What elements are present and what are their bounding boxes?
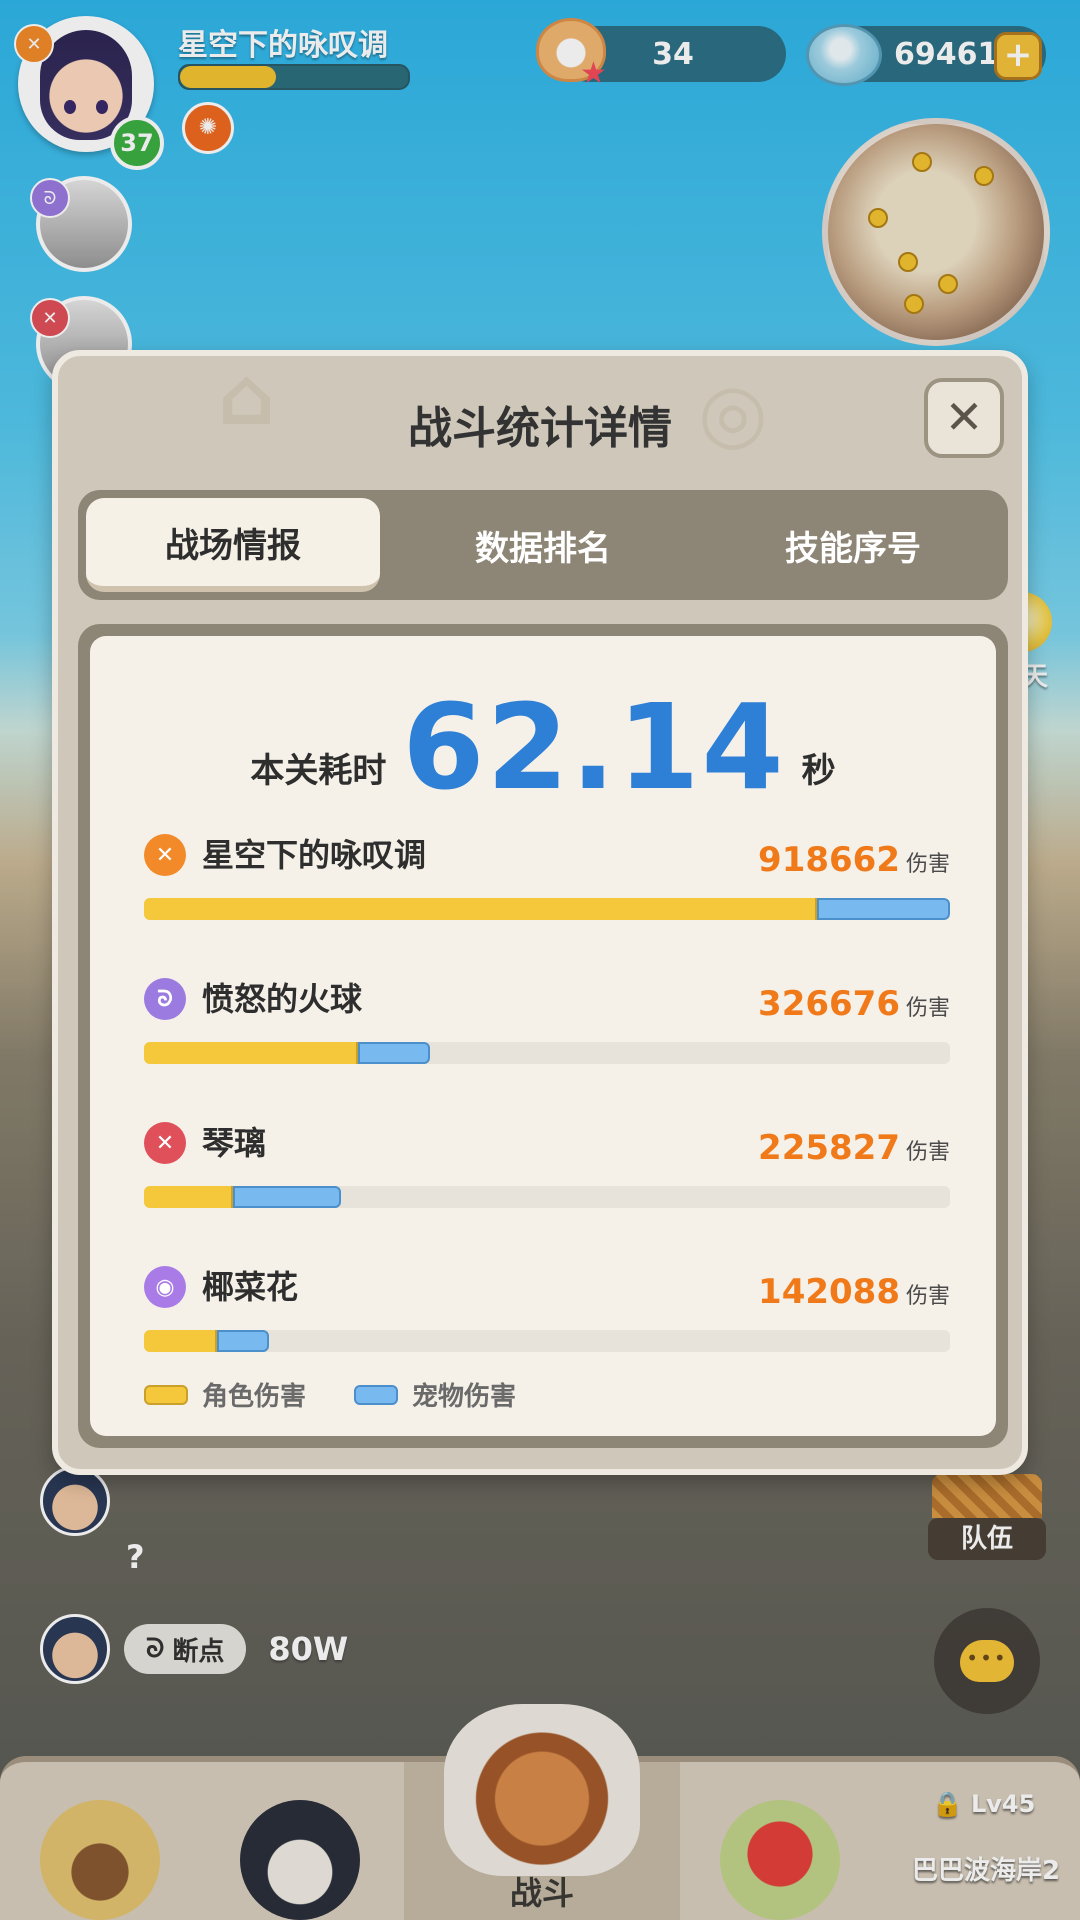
legend-pet-swatch <box>354 1384 399 1405</box>
legend-role: 角色伤害 <box>144 1376 306 1413</box>
wing-class-icon: ✕ <box>144 834 186 876</box>
close-icon: ✕ <box>944 390 984 444</box>
orb-class-icon: ◉ <box>144 1266 186 1308</box>
pet-damage-segment <box>817 898 950 920</box>
damage-bar <box>144 1186 950 1208</box>
claw-class-icon: ✕ <box>144 1122 186 1164</box>
role-damage-segment <box>144 1042 358 1064</box>
damage-unit: 伤害 <box>905 1284 950 1309</box>
stage-time-value: 62.14 <box>402 678 786 816</box>
damage-value-group: 326676 伤害 <box>758 984 950 1024</box>
stats-content: 本关耗时 62.14 秒 ✕ 星空下的咏叹调 918662 伤害 ᘐ 愤怒的火球 <box>90 636 996 1436</box>
damage-row-name: 椰菜花 <box>202 1268 299 1306</box>
damage-row: ✕ 琴璃 225827 伤害 <box>144 1122 950 1222</box>
stage-time-unit: 秒 <box>801 751 836 791</box>
legend-pet: 宠物伤害 <box>354 1376 516 1413</box>
damage-row: ◉ 椰菜花 142088 伤害 <box>144 1266 950 1366</box>
damage-row-name: 琴璃 <box>202 1124 267 1162</box>
tab-battlefield-intel[interactable]: 战场情报 <box>86 498 380 592</box>
damage-value: 225827 <box>758 1128 900 1168</box>
damage-bar <box>144 898 950 920</box>
damage-bar <box>144 1042 950 1064</box>
damage-value-group: 225827 伤害 <box>758 1128 950 1168</box>
damage-value: 918662 <box>758 840 900 880</box>
damage-unit: 伤害 <box>905 852 950 877</box>
legend-pet-label: 宠物伤害 <box>412 1382 517 1412</box>
pet-damage-segment <box>232 1186 342 1208</box>
modal-title: 战斗统计详情 <box>408 403 672 454</box>
damage-row: ᘐ 愤怒的火球 326676 伤害 <box>144 978 950 1078</box>
damage-value-group: 918662 伤害 <box>758 840 950 880</box>
close-button[interactable]: ✕ <box>924 378 1004 458</box>
damage-legend: 角色伤害 宠物伤害 <box>144 1376 516 1413</box>
tab-data-ranking[interactable]: 数据排名 <box>388 490 698 600</box>
role-damage-segment <box>144 898 817 920</box>
stage-time: 本关耗时 62.14 秒 <box>90 686 996 806</box>
battle-stats-modal: ⌂ ◎ 战斗统计详情 ✕ 战场情报 数据排名 技能序号 本关耗时 62.14 秒… <box>52 350 1028 1475</box>
legend-role-label: 角色伤害 <box>202 1382 307 1412</box>
tab-bar: 战场情报 数据排名 技能序号 <box>78 490 1008 600</box>
damage-value-group: 142088 伤害 <box>758 1272 950 1312</box>
pet-damage-segment <box>357 1042 431 1064</box>
role-damage-segment <box>144 1186 233 1208</box>
damage-row: ✕ 星空下的咏叹调 918662 伤害 <box>144 834 950 934</box>
damage-bar <box>144 1330 950 1352</box>
damage-row-name: 星空下的咏叹调 <box>202 836 427 874</box>
damage-unit: 伤害 <box>905 1140 950 1165</box>
tab-skill-order[interactable]: 技能序号 <box>698 490 1008 600</box>
damage-row-name: 愤怒的火球 <box>202 980 363 1018</box>
stats-panel: 本关耗时 62.14 秒 ✕ 星空下的咏叹调 918662 伤害 ᘐ 愤怒的火球 <box>78 624 1008 1448</box>
damage-unit: 伤害 <box>905 996 950 1021</box>
pet-damage-segment <box>216 1330 269 1352</box>
legend-role-swatch <box>144 1384 188 1405</box>
stage-time-label: 本关耗时 <box>250 751 387 791</box>
damage-value: 326676 <box>758 984 900 1024</box>
damage-value: 142088 <box>758 1272 900 1312</box>
swirl-class-icon: ᘐ <box>144 978 186 1020</box>
role-damage-segment <box>144 1330 217 1352</box>
